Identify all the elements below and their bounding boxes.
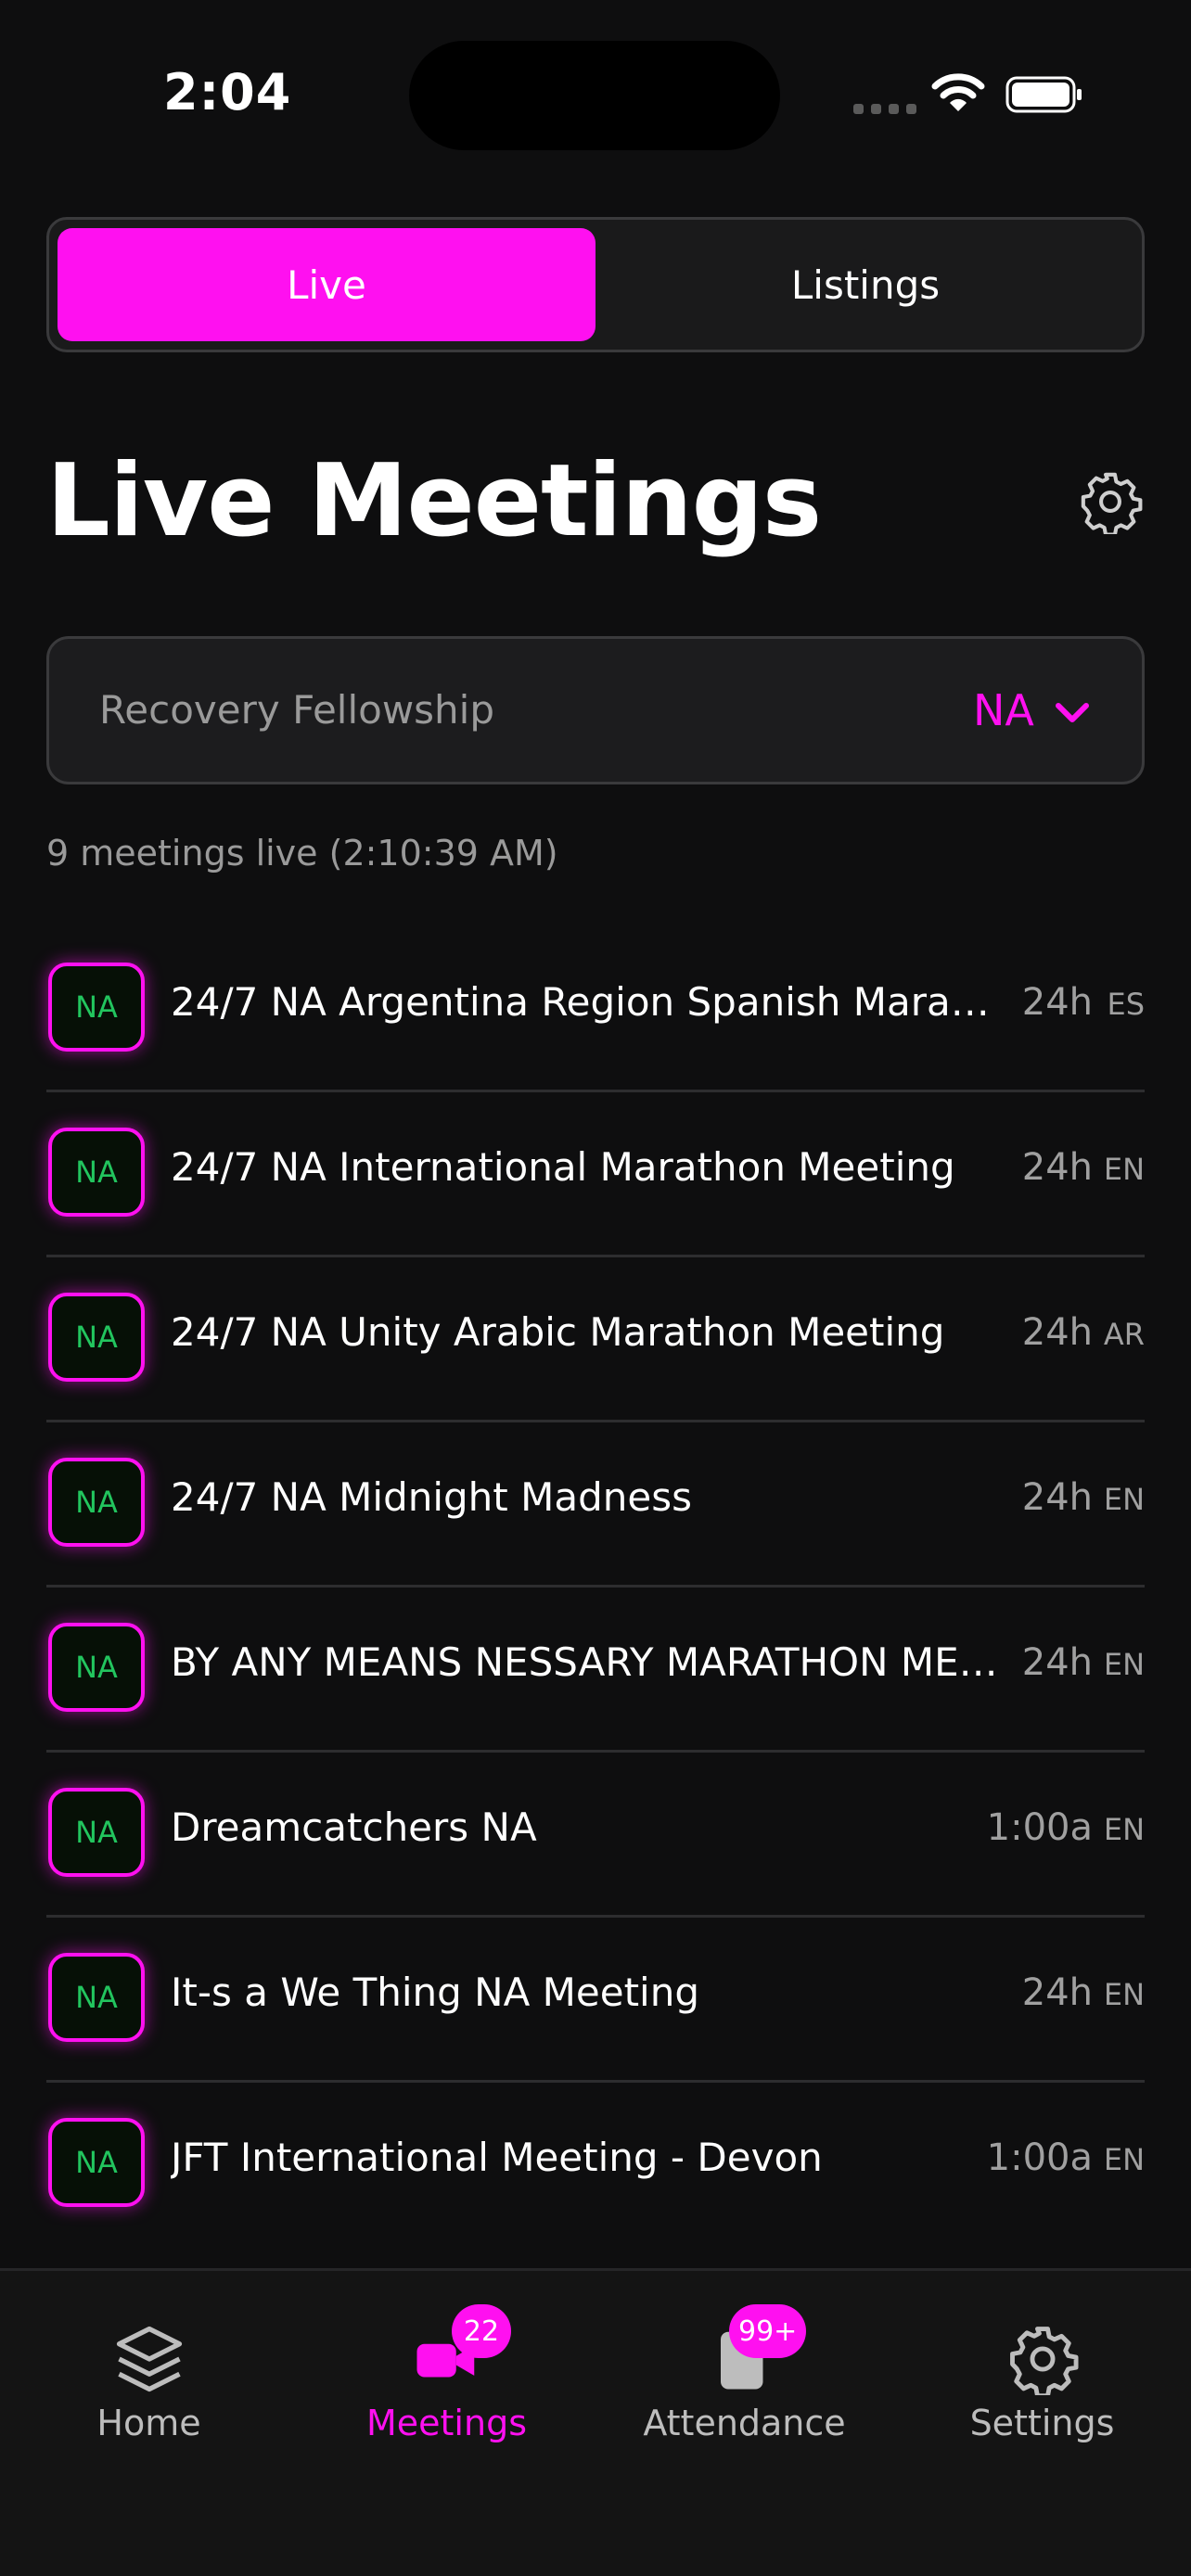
meeting-time: 24h xyxy=(1021,1971,1093,2014)
wifi-icon xyxy=(931,73,985,111)
meeting-language: EN xyxy=(1103,1977,1145,2012)
meeting-row[interactable]: NA 24/7 NA International Marathon Meetin… xyxy=(46,1092,1145,1257)
meeting-name: 24/7 NA Unity Arabic Marathon Meeting xyxy=(171,1309,945,1355)
meeting-name: BY ANY MEANS NESSARY MARATHON ME… xyxy=(171,1639,998,1685)
meeting-name: 24/7 NA Midnight Madness xyxy=(171,1474,692,1520)
dynamic-island xyxy=(409,41,780,150)
meeting-time: 24h xyxy=(1021,1641,1093,1684)
meeting-row[interactable]: NA Dreamcatchers NA 1:00a EN xyxy=(46,1753,1145,1918)
page-title: Live Meetings xyxy=(46,443,822,559)
tab-attendance[interactable]: 99+ Attendance xyxy=(596,2271,893,2503)
layers-icon xyxy=(116,2326,182,2392)
meeting-name: Dreamcatchers NA xyxy=(171,1804,537,1850)
fellowship-badge: NA xyxy=(48,1623,145,1712)
tab-settings-label: Settings xyxy=(969,2403,1115,2443)
meeting-name: 24/7 NA International Marathon Meeting xyxy=(171,1144,955,1190)
cellular-signal-icon xyxy=(853,104,916,114)
fellowship-label: Recovery Fellowship xyxy=(99,687,495,733)
tab-home-label: Home xyxy=(96,2403,201,2443)
battery-icon xyxy=(1005,76,1082,113)
meeting-language: EN xyxy=(1103,2142,1145,2177)
meeting-language: AR xyxy=(1103,1317,1145,1352)
status-bar: 2:04 xyxy=(0,0,1191,176)
fellowship-badge: NA xyxy=(48,1788,145,1877)
fellowship-badge: NA xyxy=(48,963,145,1052)
tab-settings[interactable]: Settings xyxy=(893,2271,1191,2503)
fellowship-badge: NA xyxy=(48,1953,145,2042)
status-time: 2:04 xyxy=(163,63,292,121)
meeting-row[interactable]: NA It-s a We Thing NA Meeting 24h EN xyxy=(46,1918,1145,2083)
meeting-time: 24h xyxy=(1021,981,1093,1024)
tab-attendance-label: Attendance xyxy=(643,2403,846,2443)
bottom-tab-bar: Home 22 Meetings 99+ Attendance Settings xyxy=(0,2268,1191,2576)
tab-meetings-label: Meetings xyxy=(365,2403,527,2443)
meeting-time: 24h xyxy=(1021,1311,1093,1354)
tab-live[interactable]: Live xyxy=(58,228,596,341)
live-count-summary: 9 meetings live (2:10:39 AM) xyxy=(46,833,558,874)
fellowship-badge: NA xyxy=(48,1458,145,1547)
meeting-name: JFT International Meeting - Devon xyxy=(171,2135,823,2180)
gear-icon xyxy=(1009,2327,1079,2395)
meeting-time: 24h xyxy=(1021,1146,1093,1189)
meeting-row[interactable]: NA 24/7 NA Midnight Madness 24h EN xyxy=(46,1422,1145,1588)
tab-listings[interactable]: Listings xyxy=(596,228,1134,341)
fellowship-badge: NA xyxy=(48,2118,145,2207)
meeting-language: EN xyxy=(1103,1152,1145,1187)
tab-meetings[interactable]: 22 Meetings xyxy=(298,2271,596,2503)
fellowship-selector[interactable]: Recovery Fellowship NA xyxy=(46,636,1145,784)
meeting-language: ES xyxy=(1107,987,1145,1022)
fellowship-badge: NA xyxy=(48,1293,145,1382)
meeting-time: 1:00a xyxy=(986,2136,1093,2179)
attendance-count-badge: 99+ xyxy=(729,2304,807,2358)
meeting-name: 24/7 NA Argentina Region Spanish Mara… xyxy=(171,979,990,1025)
fellowship-value: NA xyxy=(973,685,1034,735)
meeting-row[interactable]: NA BY ANY MEANS NESSARY MARATHON ME… 24h… xyxy=(46,1588,1145,1753)
meetings-count-badge: 22 xyxy=(452,2304,511,2358)
meetings-list: NA 24/7 NA Argentina Region Spanish Mara… xyxy=(46,927,1145,2248)
meeting-time: 1:00a xyxy=(986,1806,1093,1849)
settings-gear-icon[interactable] xyxy=(1078,469,1143,534)
meeting-language: EN xyxy=(1103,1812,1145,1847)
meeting-row[interactable]: NA JFT International Meeting - Devon 1:0… xyxy=(46,2083,1145,2248)
meeting-language: EN xyxy=(1103,1482,1145,1517)
tab-home[interactable]: Home xyxy=(0,2271,298,2503)
meeting-row[interactable]: NA 24/7 NA Argentina Region Spanish Mara… xyxy=(46,927,1145,1092)
meeting-row[interactable]: NA 24/7 NA Unity Arabic Marathon Meeting… xyxy=(46,1257,1145,1422)
chevron-down-icon xyxy=(1056,703,1089,722)
meeting-name: It-s a We Thing NA Meeting xyxy=(171,1970,699,2015)
fellowship-badge: NA xyxy=(48,1128,145,1217)
view-segmented-control: Live Listings xyxy=(46,217,1145,352)
meeting-language: EN xyxy=(1103,1647,1145,1682)
meeting-time: 24h xyxy=(1021,1476,1093,1519)
